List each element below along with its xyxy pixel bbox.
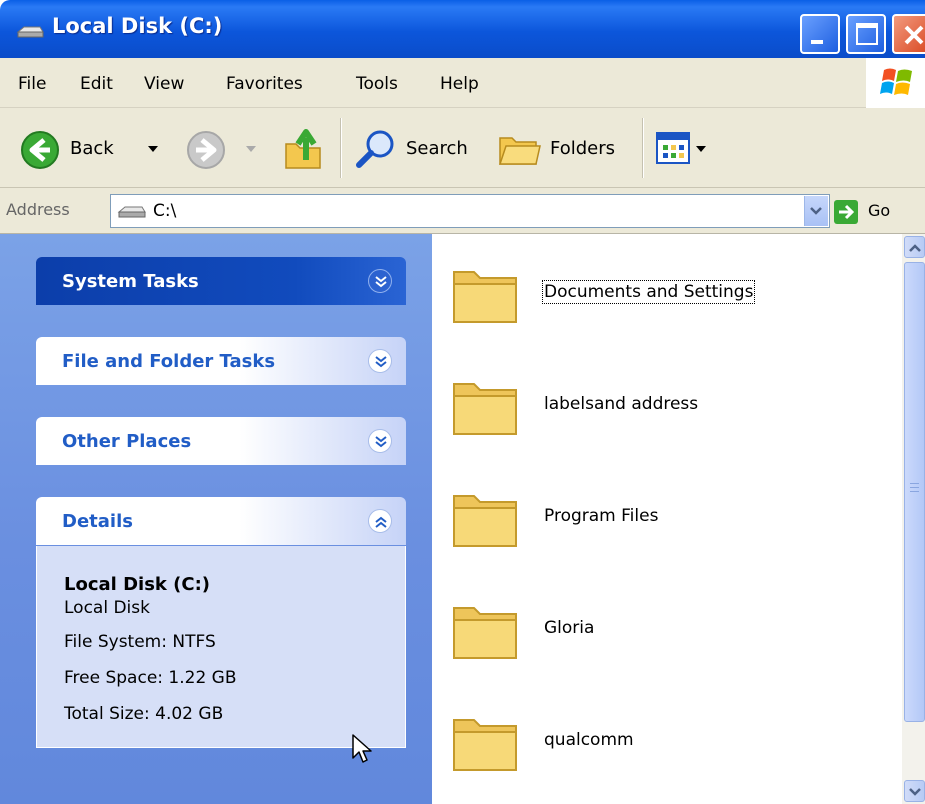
grip-line xyxy=(910,487,919,488)
scroll-thumb[interactable] xyxy=(904,262,925,722)
menu-bar: File Edit View Favorites Tools Help xyxy=(0,58,925,108)
menu-help[interactable]: Help xyxy=(440,74,479,94)
scroll-up-button[interactable] xyxy=(904,236,925,258)
folder-label: labelsand address xyxy=(544,394,699,414)
panel-title: Details xyxy=(62,511,133,532)
close-icon xyxy=(904,25,924,45)
folders-button[interactable]: Folders xyxy=(498,126,638,170)
expand-chevron-icon[interactable] xyxy=(368,349,392,373)
expand-chevron-icon[interactable] xyxy=(368,429,392,453)
scroll-down-button[interactable] xyxy=(904,780,925,802)
views-dropdown-icon xyxy=(696,146,706,152)
details-file-system: File System: NTFS xyxy=(64,632,216,652)
folder-item[interactable]: Gloria xyxy=(450,594,890,674)
panel-title: Other Places xyxy=(62,431,192,452)
details-panel[interactable]: Details xyxy=(36,497,406,545)
title-bar[interactable]: Local Disk (C:) xyxy=(0,0,925,58)
folder-item[interactable]: Program Files xyxy=(450,482,890,562)
go-button[interactable] xyxy=(834,200,858,224)
folders-label: Folders xyxy=(550,138,616,159)
address-value: C:\ xyxy=(153,201,177,221)
views-button[interactable] xyxy=(656,130,726,170)
grip-line xyxy=(910,483,919,484)
folder-icon xyxy=(453,495,517,547)
details-body: Local Disk (C:) Local Disk File System: … xyxy=(36,546,406,748)
system-tasks-panel[interactable]: System Tasks xyxy=(36,257,406,305)
maximize-icon xyxy=(856,23,878,45)
back-dropdown-icon xyxy=(148,146,158,152)
toolbar-separator xyxy=(340,118,342,178)
window-title: Local Disk (C:) xyxy=(52,14,223,38)
back-arrow-icon xyxy=(21,131,59,169)
search-label: Search xyxy=(406,138,468,159)
minimize-icon xyxy=(811,40,823,44)
folder-icon xyxy=(453,607,517,659)
menu-favorites[interactable]: Favorites xyxy=(226,74,303,94)
menu-file[interactable]: File xyxy=(18,74,46,94)
folder-view: Documents and Settings labelsand address… xyxy=(432,234,902,804)
folder-label: Gloria xyxy=(544,618,595,638)
folder-up-icon[interactable] xyxy=(282,124,326,172)
address-dropdown-button[interactable] xyxy=(804,196,828,226)
expand-chevron-icon[interactable] xyxy=(368,269,392,293)
other-places-panel[interactable]: Other Places xyxy=(36,417,406,465)
chevron-up-icon xyxy=(909,244,921,252)
file-and-folder-tasks-panel[interactable]: File and Folder Tasks xyxy=(36,337,406,385)
address-label: Address xyxy=(6,200,70,219)
grip-line xyxy=(910,491,919,492)
panel-title: System Tasks xyxy=(62,271,199,292)
drive-icon xyxy=(16,26,44,38)
mouse-pointer-icon xyxy=(352,734,372,763)
toolbar-separator xyxy=(642,118,644,178)
drive-icon xyxy=(117,206,146,218)
menu-view[interactable]: View xyxy=(144,74,184,94)
chevron-down-icon xyxy=(810,207,822,215)
maximize-button[interactable] xyxy=(846,14,886,54)
details-total-size: Total Size: 4.02 GB xyxy=(64,704,224,724)
address-input[interactable]: C:\ xyxy=(110,194,830,228)
chevron-down-icon xyxy=(909,788,921,796)
forward-arrow-icon xyxy=(187,131,225,169)
collapse-chevron-icon[interactable] xyxy=(368,509,392,533)
back-label: Back xyxy=(70,138,114,159)
go-arrow-icon xyxy=(839,204,855,220)
folder-icon xyxy=(453,383,517,435)
folder-label: qualcomm xyxy=(544,730,634,750)
forward-button[interactable] xyxy=(186,130,266,170)
go-label[interactable]: Go xyxy=(868,201,890,220)
details-type: Local Disk xyxy=(64,598,150,618)
folder-item[interactable]: Documents and Settings xyxy=(450,258,890,338)
folders-icon xyxy=(498,137,541,165)
address-bar: Address C:\ Go xyxy=(0,188,925,234)
folder-icon xyxy=(453,719,517,771)
minimize-button[interactable] xyxy=(800,14,840,54)
vertical-scrollbar[interactable] xyxy=(902,234,925,804)
toolbar: Back Search Folders xyxy=(0,108,925,188)
close-button[interactable] xyxy=(892,14,925,54)
back-button[interactable]: Back xyxy=(20,130,170,170)
forward-dropdown-icon xyxy=(246,146,256,152)
search-icon xyxy=(356,130,394,168)
windows-logo xyxy=(866,58,925,108)
search-button[interactable]: Search xyxy=(354,126,484,170)
folder-label: Program Files xyxy=(544,506,659,526)
folder-item[interactable]: labelsand address xyxy=(450,370,890,450)
panel-title: File and Folder Tasks xyxy=(62,351,276,372)
menu-tools[interactable]: Tools xyxy=(356,74,398,94)
folder-label: Documents and Settings xyxy=(541,280,756,304)
windows-flag-icon xyxy=(880,68,912,95)
details-name: Local Disk (C:) xyxy=(64,574,211,595)
views-icon xyxy=(656,132,690,164)
folder-icon xyxy=(453,271,517,323)
folder-item[interactable]: qualcomm xyxy=(450,706,890,786)
menu-edit[interactable]: Edit xyxy=(80,74,113,94)
details-free-space: Free Space: 1.22 GB xyxy=(64,668,237,688)
